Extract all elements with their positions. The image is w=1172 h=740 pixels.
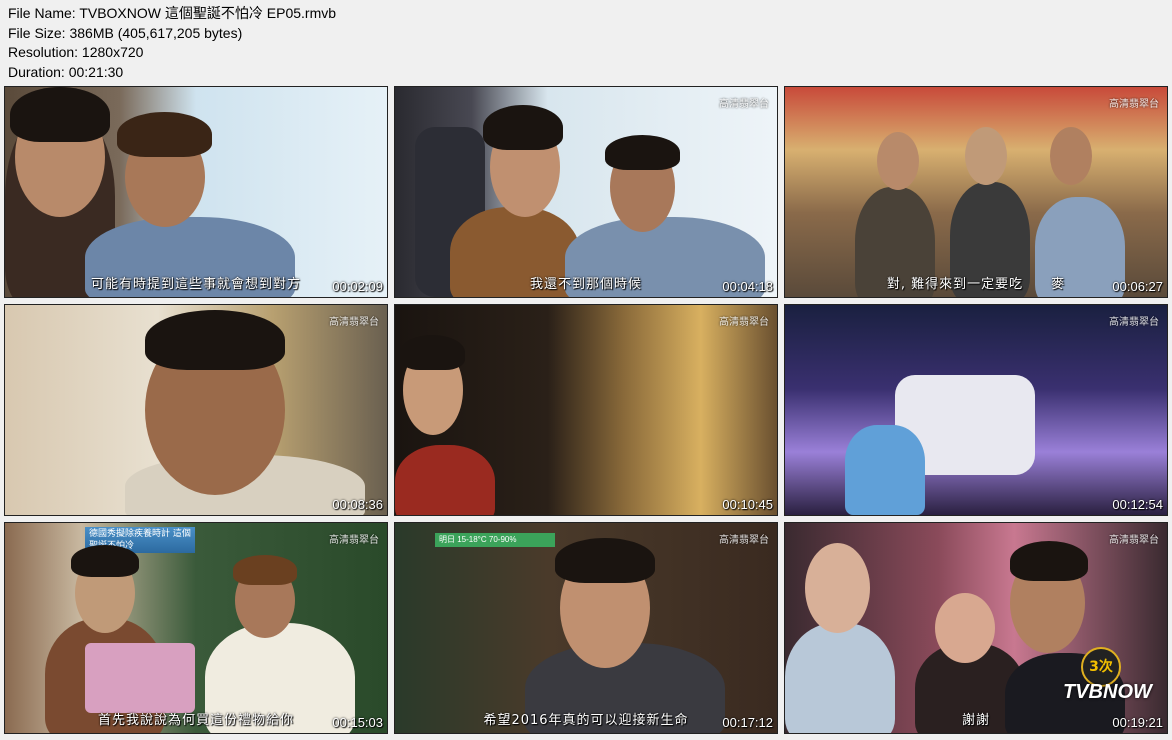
subtitle: 對, 難得來到一定要吃 麥: [886, 277, 1066, 292]
timestamp: 00:12:54: [1112, 497, 1163, 512]
channel-logo: 高清翡翠台: [329, 317, 379, 328]
channel-logo: 高清翡翠台: [329, 535, 379, 546]
channel-logo: 高清翡翠台: [1109, 535, 1159, 546]
thumbnail-9[interactable]: 高清翡翠台 3次 TVBNOW 謝謝 00:19:21: [784, 522, 1168, 734]
channel-logo: 高清翡翠台: [719, 99, 769, 110]
weather-bar: 明日 15-18°C 70-90%: [435, 533, 555, 547]
thumbnail-4[interactable]: 高清翡翠台 00:08:36: [4, 304, 388, 516]
channel-logo: 高清翡翠台: [719, 317, 769, 328]
subtitle: 我還不到那個時候: [529, 277, 642, 292]
timestamp: 00:17:12: [722, 715, 773, 730]
watermark-badge: 3次 TVBNOW: [1063, 647, 1153, 717]
timestamp: 00:06:27: [1112, 279, 1163, 294]
thumbnail-7[interactable]: 德國秀擬除疾養時計 這個聖誕不怕冷 高清翡翠台 首先我說說為何買這份禮物給你 0…: [4, 522, 388, 734]
file-size: File Size: 386MB (405,617,205 bytes): [8, 24, 243, 41]
timestamp: 00:15:03: [332, 715, 383, 730]
file-info: File Name: TVBOXNOW 這個聖誕不怕冷 EP05.rmvb Fi…: [8, 4, 336, 82]
duration: Duration: 00:21:30: [8, 63, 124, 80]
timestamp: 00:08:36: [332, 497, 383, 512]
thumbnail-2[interactable]: 高清翡翠台 我還不到那個時候 00:04:18: [394, 86, 778, 298]
resolution: Resolution: 1280x720: [8, 44, 144, 60]
thumbnail-3[interactable]: 高清翡翠台 對, 難得來到一定要吃 麥 00:06:27: [784, 86, 1168, 298]
channel-logo: 高清翡翠台: [719, 535, 769, 546]
file-name: File Name: TVBOXNOW 這個聖誕不怕冷 EP05.rmvb: [8, 5, 337, 21]
thumbnail-1[interactable]: 可能有時提到這些事就會想到對方 00:02:09: [4, 86, 388, 298]
subtitle: 希望2016年真的可以迎接新生命: [483, 713, 689, 728]
timestamp: 00:04:18: [722, 279, 773, 294]
channel-logo: 高清翡翠台: [1109, 99, 1159, 110]
subtitle: 謝謝: [961, 713, 990, 728]
brand-logo: TVBNOW: [1063, 681, 1152, 703]
timestamp: 00:10:45: [722, 497, 773, 512]
thumbnail-8[interactable]: 明日 15-18°C 70-90% 高清翡翠台 希望2016年真的可以迎接新生命…: [394, 522, 778, 734]
thumbnail-grid: 可能有時提到這些事就會想到對方 00:02:09 高清翡翠台 我還不到那個時候 …: [4, 86, 1168, 736]
thumbnail-5[interactable]: 高清翡翠台 00:10:45: [394, 304, 778, 516]
timestamp: 00:19:21: [1112, 715, 1163, 730]
timestamp: 00:02:09: [332, 279, 383, 294]
subtitle: 可能有時提到這些事就會想到對方: [90, 277, 301, 292]
thumbnail-6[interactable]: 高清翡翠台 00:12:54: [784, 304, 1168, 516]
subtitle: 首先我說說為何買這份禮物給你: [97, 713, 294, 728]
channel-logo: 高清翡翠台: [1109, 317, 1159, 328]
